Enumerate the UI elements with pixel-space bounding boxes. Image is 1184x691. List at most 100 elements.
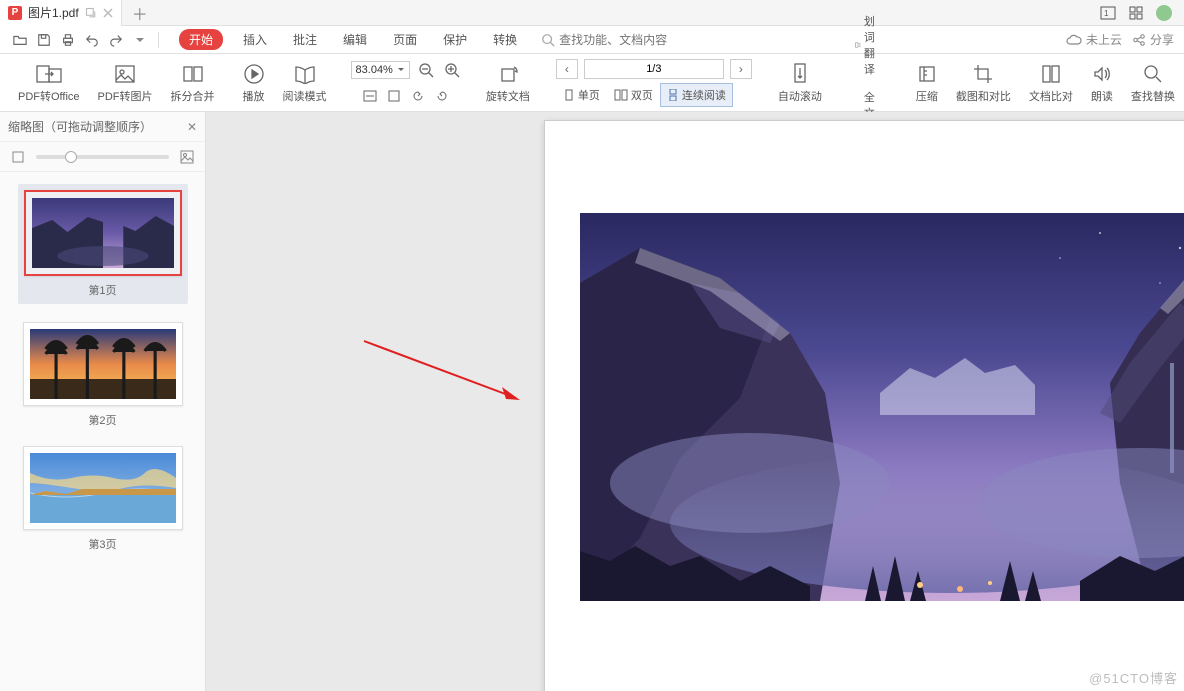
- zoom-out-icon[interactable]: [416, 60, 436, 80]
- annotation-arrow: [360, 337, 520, 407]
- thumb-image-2: [30, 329, 176, 399]
- watermark: @51CTO博客: [1089, 668, 1178, 687]
- rotate-ccw-icon[interactable]: [408, 86, 428, 106]
- tab-close-icon[interactable]: [103, 8, 113, 18]
- cloud-status[interactable]: 未上云: [1066, 31, 1122, 48]
- thumb-label: 第1页: [24, 282, 182, 298]
- zoom-in-icon[interactable]: [442, 60, 462, 80]
- save-icon[interactable]: [34, 30, 54, 50]
- magnify-icon: [1143, 62, 1163, 86]
- continuous-button[interactable]: 连续阅读: [660, 83, 733, 107]
- quickbar-dropdown-icon[interactable]: [130, 30, 150, 50]
- auto-scroll-button[interactable]: 自动滚动: [770, 62, 830, 104]
- next-page-button[interactable]: ›: [730, 59, 752, 79]
- play-icon: [243, 62, 265, 86]
- new-tab-button[interactable]: ＋: [132, 1, 148, 25]
- thumbnail-list: 第1页 第2页: [0, 172, 205, 691]
- sidebar-header: 缩略图（可拖动调整顺序） ✕: [0, 112, 205, 142]
- compress-icon: [917, 62, 937, 86]
- page-1-image: [580, 213, 1184, 601]
- print-icon[interactable]: [58, 30, 78, 50]
- document-tab[interactable]: P 图片1.pdf: [0, 0, 122, 26]
- page-navigator: ‹ ›: [556, 59, 752, 79]
- rotate-doc-button[interactable]: 旋转文档: [478, 62, 538, 104]
- pdf-to-office-button[interactable]: PDF转Office: [10, 62, 88, 104]
- screenshot-compare-button[interactable]: 截图和对比: [948, 62, 1019, 104]
- speaker-icon: [1092, 62, 1112, 86]
- cloud-icon: [1066, 34, 1082, 46]
- search-input[interactable]: [559, 33, 699, 47]
- thumb-size-small-icon[interactable]: [8, 147, 28, 167]
- prev-page-button[interactable]: ‹: [556, 59, 578, 79]
- quick-access-bar: 开始 插入 批注 编辑 页面 保护 转换 未上云 分享: [0, 26, 1184, 54]
- thumbnails-sidebar: 缩略图（可拖动调整顺序） ✕ 第1页: [0, 112, 206, 691]
- separator: [158, 32, 159, 48]
- menu-annotate[interactable]: 批注: [287, 29, 323, 50]
- menu-edit[interactable]: 编辑: [337, 29, 373, 50]
- doc-compare-button[interactable]: 文档比对: [1021, 62, 1081, 104]
- thumb-label: 第2页: [23, 412, 183, 428]
- sidebar-tools: [0, 142, 205, 172]
- pdf-app-icon: P: [8, 6, 22, 20]
- zoom-select[interactable]: 83.04%: [351, 61, 410, 79]
- thumb-image-3: [30, 453, 176, 523]
- document-canvas[interactable]: @51CTO博客: [206, 112, 1184, 691]
- search-box[interactable]: [541, 33, 699, 47]
- share-button[interactable]: 分享: [1132, 31, 1174, 48]
- sidebar-title: 缩略图（可拖动调整顺序）: [8, 118, 152, 135]
- sidebar-close-icon[interactable]: ✕: [187, 120, 197, 134]
- split-merge-button[interactable]: 拆分合并: [163, 62, 223, 104]
- fit-page-icon[interactable]: [384, 86, 404, 106]
- single-page-button[interactable]: 单页: [556, 83, 607, 107]
- ribbon-toolbar: PDF转Office PDF转图片 拆分合并 播放 阅读模式 83.04% 旋转…: [0, 54, 1184, 112]
- rotate-doc-icon: [497, 62, 519, 86]
- redo-icon[interactable]: [106, 30, 126, 50]
- page-number-input[interactable]: [584, 59, 724, 79]
- auto-scroll-icon: [791, 62, 809, 86]
- compress-button[interactable]: 压缩: [908, 62, 946, 104]
- fit-width-icon[interactable]: [360, 86, 380, 106]
- zoom-controls: 83.04%: [347, 60, 466, 106]
- find-replace-button[interactable]: 查找替换: [1123, 62, 1183, 104]
- crop-icon: [973, 62, 993, 86]
- pdf-page: [544, 120, 1184, 691]
- undo-icon[interactable]: [82, 30, 102, 50]
- thumb-image-1: [32, 198, 174, 268]
- thumb-label: 第3页: [23, 536, 183, 552]
- share-icon: [1132, 33, 1146, 47]
- tab-filename: 图片1.pdf: [28, 4, 79, 21]
- window-grid-icon[interactable]: [1126, 3, 1146, 23]
- pdf-to-image-button[interactable]: PDF转图片: [90, 62, 161, 104]
- tab-popout-icon[interactable]: [85, 7, 97, 19]
- thumbnail-page-3[interactable]: 第3页: [23, 446, 183, 552]
- double-page-button[interactable]: 双页: [607, 83, 660, 107]
- read-aloud-button[interactable]: 朗读: [1083, 62, 1121, 104]
- menu-page[interactable]: 页面: [387, 29, 423, 50]
- word-translate-button[interactable]: 划词翻译: [848, 9, 890, 81]
- rotate-cw-icon[interactable]: [432, 86, 452, 106]
- open-folder-icon[interactable]: [10, 30, 30, 50]
- book-icon: [294, 62, 316, 86]
- thumb-settings-icon[interactable]: [177, 147, 197, 167]
- svg-text:1: 1: [1104, 9, 1109, 18]
- menu-protect[interactable]: 保护: [437, 29, 473, 50]
- slider-knob[interactable]: [65, 151, 77, 163]
- workspace: 缩略图（可拖动调整顺序） ✕ 第1页: [0, 112, 1184, 691]
- thumbnail-page-2[interactable]: 第2页: [23, 322, 183, 428]
- menu-convert[interactable]: 转换: [487, 29, 523, 50]
- image-icon: [114, 62, 136, 86]
- pdf-to-office-icon: [35, 62, 63, 86]
- menu-insert[interactable]: 插入: [237, 29, 273, 50]
- window-layout-icon[interactable]: 1: [1098, 3, 1118, 23]
- read-mode-button[interactable]: 阅读模式: [275, 62, 335, 104]
- search-icon: [541, 33, 555, 47]
- title-bar: P 图片1.pdf ＋ 1: [0, 0, 1184, 26]
- thumb-size-slider[interactable]: [36, 155, 169, 159]
- compare-icon: [1041, 62, 1061, 86]
- split-merge-icon: [182, 62, 204, 86]
- menu-tabs: 开始 插入 批注 编辑 页面 保护 转换: [179, 29, 523, 50]
- menu-start[interactable]: 开始: [179, 29, 223, 50]
- thumbnail-page-1[interactable]: 第1页: [18, 184, 188, 304]
- user-avatar-icon[interactable]: [1154, 3, 1174, 23]
- play-button[interactable]: 播放: [235, 62, 273, 104]
